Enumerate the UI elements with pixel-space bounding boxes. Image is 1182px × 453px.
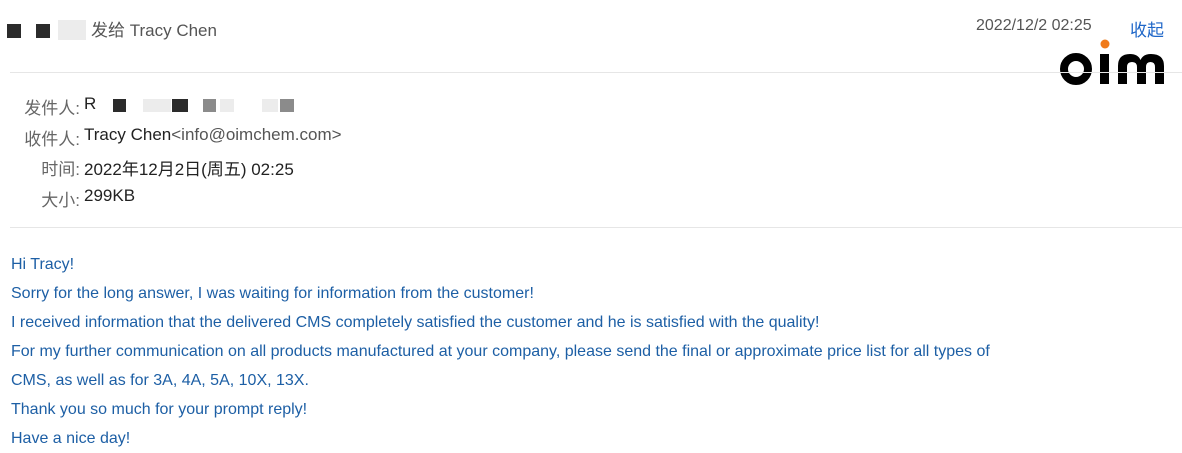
to-email[interactable]: <info@oimchem.com> <box>171 125 341 144</box>
body-line: Have a nice day! <box>11 430 131 447</box>
redacted-address-block <box>280 99 294 112</box>
header-divider <box>10 72 1182 73</box>
meta-divider <box>10 227 1182 228</box>
redacted-address-block <box>143 99 171 112</box>
redacted-sender-block <box>7 24 21 38</box>
redacted-address-block <box>113 99 126 112</box>
company-logo <box>1058 38 1174 90</box>
redacted-address-block <box>172 99 188 112</box>
to-label: 收件人: <box>24 130 80 149</box>
email-header-row: 发给 Tracy Chen 2022/12/2 02:25 收起 <box>0 0 1182 52</box>
redacted-address-block <box>203 99 216 112</box>
from-value: R <box>84 94 97 113</box>
email-body: Hi Tracy! Sorry for the long answer, I w… <box>11 250 1171 453</box>
body-line: CMS, as well as for 3A, 4A, 5A, 10X, 13X… <box>11 372 309 389</box>
redacted-address-block <box>262 99 278 112</box>
body-line: I received information that the delivere… <box>11 314 820 331</box>
body-line: For my further communication on all prod… <box>11 343 990 360</box>
to-name: Tracy Chen <box>84 125 172 144</box>
time-label: 时间: <box>41 160 80 179</box>
logo-orange-dot <box>1100 39 1110 49</box>
time-value: 2022年12月2日(周五) 02:25 <box>84 160 294 179</box>
size-value: 299KB <box>84 186 136 205</box>
sent-date: 2022/12/2 02:25 <box>976 17 1092 34</box>
sent-to-recipient: 发给 Tracy Chen <box>91 21 217 40</box>
body-line: Thank you so much for your prompt reply! <box>11 401 308 418</box>
redacted-sender-block <box>36 24 50 38</box>
size-label: 大小: <box>41 191 80 210</box>
body-line: Sorry for the long answer, I was waiting… <box>11 285 534 302</box>
body-line: Hi Tracy! <box>11 256 75 273</box>
redacted-sender-block <box>58 20 86 40</box>
redacted-address-block <box>220 99 234 112</box>
oim-logo-icon <box>1060 39 1164 85</box>
from-label: 发件人: <box>24 99 80 118</box>
to-value: Tracy Chen<info@oimchem.com> <box>84 125 342 145</box>
